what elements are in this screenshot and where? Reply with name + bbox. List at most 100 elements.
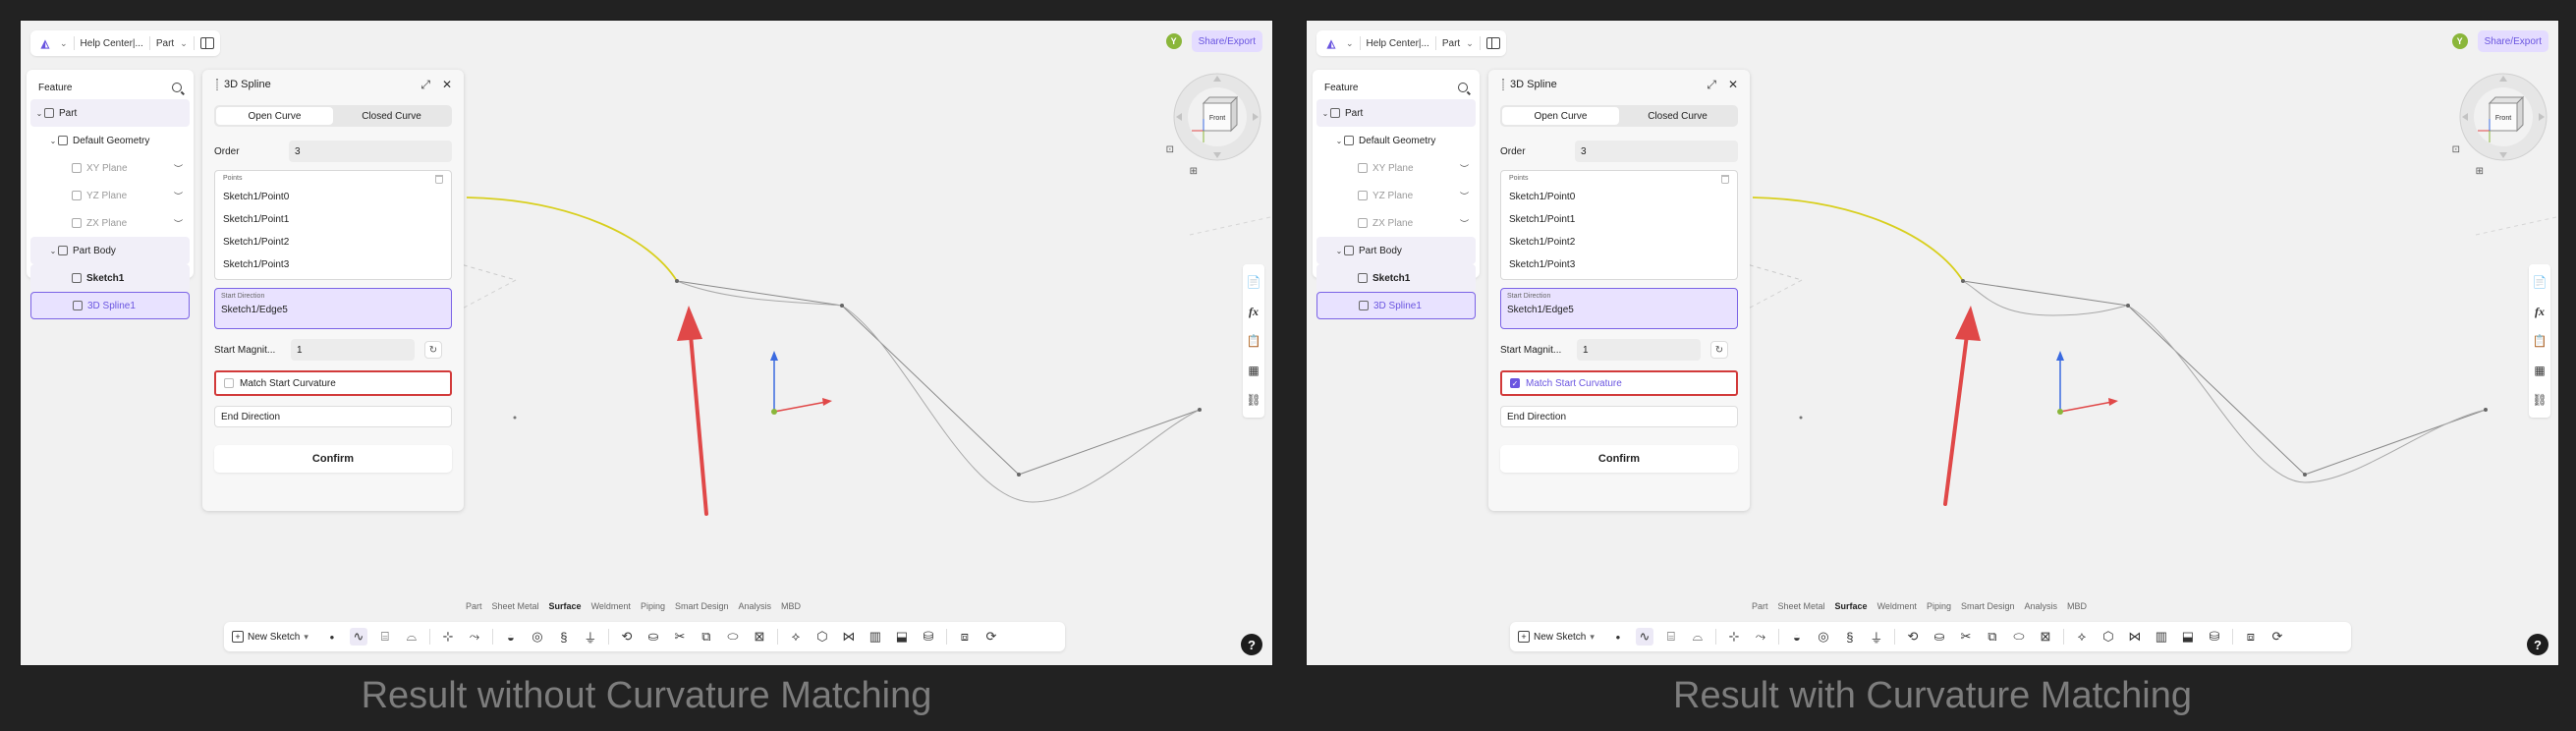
end-direction-field[interactable]: End Direction [214,406,452,427]
point-tool-icon[interactable]: • [1609,628,1627,646]
points-list[interactable]: Points Sketch1/Point0 Sketch1/Point1 Ske… [1500,170,1738,280]
loft-surface-icon[interactable]: § [555,628,573,646]
ribbon-tab[interactable]: MBD [2067,601,2087,617]
extend-surface-icon[interactable]: ⧉ [698,628,715,646]
list-item[interactable]: Sketch1/Point2 [1509,231,1729,253]
extrude-surface-icon[interactable]: ⌸ [376,628,394,646]
tree-item[interactable]: ⌄ Part [1316,99,1476,127]
ribbon-tab[interactable]: Piping [1927,601,1951,617]
confirm-button[interactable]: Confirm [1500,445,1738,473]
delete-face-icon[interactable]: ⊠ [751,628,768,646]
new-sketch-button[interactable]: + New Sketch ▾ [232,631,314,643]
chevron-down-icon[interactable]: ⌄ [1466,38,1474,49]
list-item[interactable]: Sketch1/Point0 [1509,186,1729,208]
more-tools-icon[interactable]: ⧈ [956,628,974,646]
ribbon-tab[interactable]: MBD [781,601,801,617]
replace-face-icon[interactable]: ▥ [2153,628,2170,646]
view-cube[interactable]: Front [1170,70,1264,164]
table-icon[interactable]: ▦ [2529,356,2550,385]
visibility-icon[interactable]: ︶ [1460,162,1469,175]
ribbon-tab[interactable]: Weldment [591,601,631,617]
visibility-icon[interactable]: ︶ [1460,190,1469,202]
clipboard-icon[interactable]: 📋 [2529,326,2550,356]
point-tool-icon[interactable]: • [323,628,341,646]
app-logo-icon[interactable]: ◭ [1322,35,1340,51]
boundary-surface-icon[interactable]: ⏚ [582,628,599,646]
spline-point-2[interactable] [2303,473,2307,477]
order-input[interactable]: 3 [289,141,452,162]
knit-surface-icon[interactable]: ⬭ [724,628,742,646]
revolve-surface-icon[interactable]: ⌓ [1689,628,1707,646]
reverse-icon[interactable]: ↻ [1710,341,1728,359]
match-start-curvature-option[interactable]: Match Start Curvature [214,370,452,396]
ribbon-tab[interactable]: Smart Design [675,601,729,617]
help-button[interactable]: ? [1241,634,1262,655]
breadcrumb[interactable]: Help Center|... [81,38,143,49]
match-start-curvature-option[interactable]: ✓ Match Start Curvature [1500,370,1738,396]
view-cube[interactable]: Front [2456,70,2550,164]
boundary-surface-icon[interactable]: ⏚ [1868,628,1885,646]
start-direction-field[interactable]: Start Direction Sketch1/Edge5 [1500,288,1738,329]
split-icon[interactable]: ⋈ [2126,628,2144,646]
offset-surface-icon[interactable]: ⟲ [618,628,636,646]
start-direction-edge[interactable] [466,197,678,282]
order-input[interactable]: 3 [1575,141,1738,162]
spline-point-3[interactable] [1198,408,1202,412]
list-item[interactable]: Sketch1/Point3 [1509,253,1729,276]
ribbon-tab[interactable]: Analysis [739,601,772,617]
tree-item[interactable]: ⌄ Part [30,99,190,127]
more-tools-icon[interactable]: ⧈ [2242,628,2260,646]
sweep-surface-icon[interactable]: ◎ [1815,628,1832,646]
help-button[interactable]: ? [2527,634,2548,655]
tree-item[interactable]: XY Plane ︶ [1316,154,1476,182]
tree-item[interactable]: YZ Plane ︶ [1316,182,1476,209]
trash-icon[interactable] [1721,175,1729,184]
mirror-icon[interactable]: ⬓ [893,628,911,646]
ribbon-tab[interactable]: Surface [1835,601,1868,617]
formula-icon[interactable]: fx [1243,297,1264,326]
avatar[interactable]: Y [2451,33,2468,49]
start-direction-field[interactable]: Start Direction Sketch1/Edge5 [214,288,452,329]
link-icon[interactable]: ⛓ [2529,385,2550,415]
chevron-down-icon[interactable]: ⌄ [1334,247,1344,255]
tree-item[interactable]: ⌄ Part Body [1316,237,1476,264]
start-direction-edge[interactable] [1752,197,1964,282]
close-icon[interactable]: ✕ [1728,78,1738,92]
tree-item[interactable]: Sketch1 [1316,264,1476,292]
chevron-down-icon[interactable]: ⌄ [180,38,188,49]
breadcrumb[interactable]: Help Center|... [1367,38,1429,49]
chevron-down-icon[interactable]: ⌄ [48,247,58,255]
loft-surface-icon[interactable]: § [1841,628,1859,646]
ruled-surface-icon[interactable]: ⟡ [787,628,805,646]
split-icon[interactable]: ⋈ [840,628,858,646]
ribbon-tab[interactable]: Piping [641,601,665,617]
table-icon[interactable]: ▦ [1243,356,1264,385]
chevron-down-icon[interactable]: ⌄ [34,109,44,118]
chevron-down-icon[interactable]: ▾ [1590,632,1595,643]
trim-surface-icon[interactable]: ✂ [1957,628,1975,646]
plane-tool-icon[interactable]: ⊹ [1725,628,1743,646]
close-icon[interactable]: ✕ [442,78,452,92]
ribbon-tab[interactable]: Sheet Metal [492,601,539,617]
visibility-icon[interactable]: ︶ [1460,217,1469,230]
chevron-down-icon[interactable]: ⌄ [1320,109,1330,118]
document-icon[interactable]: 📄 [2529,267,2550,297]
panel-toggle-icon[interactable] [199,37,214,49]
mode-selector[interactable]: Part [156,38,174,49]
reverse-icon[interactable]: ↻ [424,341,442,359]
spline-point-0[interactable] [675,279,679,283]
revolve-surface-icon[interactable]: ⌓ [403,628,420,646]
ribbon-tab[interactable]: Analysis [2025,601,2058,617]
mirror-icon[interactable]: ⬓ [2179,628,2197,646]
chevron-down-icon[interactable]: ▾ [304,632,308,643]
display-mode-icon[interactable]: ⊞ [2476,166,2484,177]
patch-icon[interactable]: ⬡ [2100,628,2117,646]
points-list[interactable]: Points Sketch1/Point0 Sketch1/Point1 Ske… [214,170,452,280]
tree-item[interactable]: ZX Plane ︶ [1316,209,1476,237]
pattern-icon[interactable]: ⛁ [2206,628,2223,646]
visibility-icon[interactable]: ︶ [174,190,183,202]
avatar[interactable]: Y [1165,33,1182,49]
pattern-icon[interactable]: ⛁ [920,628,937,646]
curve-tool-icon[interactable]: ⤳ [1752,628,1769,646]
fit-view-icon[interactable]: ⊡ [2452,144,2460,155]
